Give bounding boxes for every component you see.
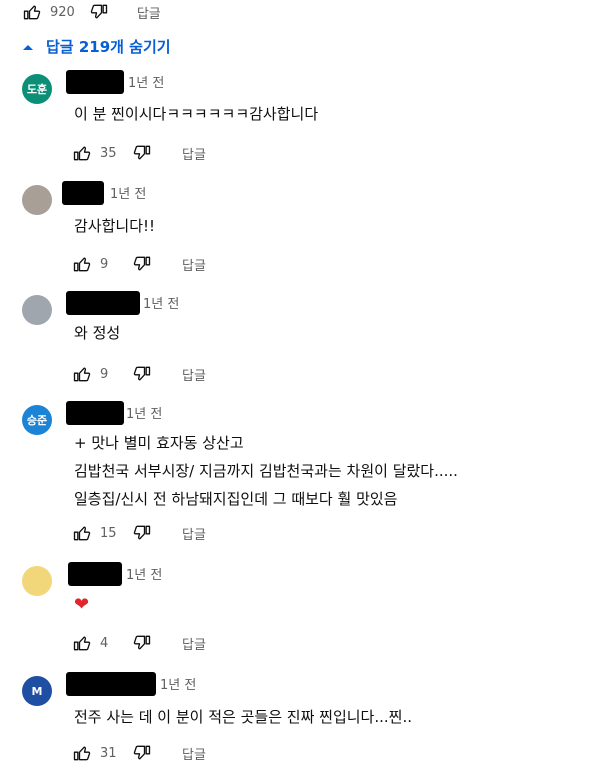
comment-actions: 9 답글	[70, 362, 206, 386]
avatar[interactable]	[22, 295, 52, 325]
thumbs-down-icon[interactable]	[130, 521, 154, 545]
like-count: 920	[50, 4, 75, 20]
comment-text: 김밥천국 서부시장/ 지금까지 김밥천국과는 차원이 달랐다.....	[74, 462, 458, 480]
comment-text: 이 분 찐이시다ㅋㅋㅋㅋㅋㅋ감사합니다	[74, 105, 319, 123]
thumbs-down-icon[interactable]	[130, 141, 154, 165]
chevron-up-icon	[23, 44, 33, 50]
comment-timestamp[interactable]: 1년 전	[126, 564, 162, 583]
comment-timestamp[interactable]: 1년 전	[110, 183, 146, 202]
avatar[interactable]: M	[22, 676, 52, 706]
like-count: 31	[100, 745, 117, 761]
comment-text: + 맛나 별미 효자동 상산고	[74, 434, 244, 452]
thumbs-up-icon[interactable]	[70, 521, 94, 545]
redacted-username[interactable]	[66, 291, 140, 315]
like-count: 9	[100, 366, 109, 382]
comment-actions: 31 답글	[70, 741, 206, 765]
redacted-username[interactable]	[62, 181, 104, 205]
hide-replies-button[interactable]: 답글 219개 숨기기	[20, 36, 171, 57]
thumbs-up-icon[interactable]	[70, 362, 94, 386]
reply-button[interactable]: 답글	[182, 524, 206, 543]
redacted-username[interactable]	[66, 672, 156, 696]
thumbs-up-icon[interactable]	[70, 741, 94, 765]
thumbs-down-icon[interactable]	[87, 0, 111, 24]
comment-timestamp[interactable]: 1년 전	[126, 403, 162, 422]
like-count: 35	[100, 145, 117, 161]
comment-timestamp[interactable]: 1년 전	[128, 72, 164, 91]
like-count: 4	[100, 635, 109, 651]
reply-button[interactable]: 답글	[182, 255, 206, 274]
avatar[interactable]	[22, 566, 52, 596]
comment-text: 와 정성	[74, 324, 121, 342]
thumbs-up-icon[interactable]	[70, 631, 94, 655]
thumbs-down-icon[interactable]	[130, 741, 154, 765]
thumbs-up-icon[interactable]	[70, 252, 94, 276]
thumbs-up-icon[interactable]	[70, 141, 94, 165]
comment-text: 감사합니다!!	[74, 217, 156, 235]
redacted-username[interactable]	[68, 562, 122, 586]
comment-text: 일층집/신시 전 하남돼지집인데 그 때보다 훨 맛있음	[74, 490, 398, 508]
top-comment-actions: 920 답글	[20, 0, 161, 24]
thumbs-down-icon[interactable]	[130, 362, 154, 386]
thumbs-up-icon[interactable]	[20, 0, 44, 24]
like-count: 9	[100, 256, 109, 272]
redacted-username[interactable]	[66, 401, 124, 425]
reply-button[interactable]: 답글	[182, 365, 206, 384]
thumbs-down-icon[interactable]	[130, 252, 154, 276]
reply-button[interactable]: 답글	[182, 744, 206, 763]
avatar[interactable]	[22, 185, 52, 215]
hide-replies-label: 답글 219개 숨기기	[46, 38, 171, 56]
comment-actions: 15 답글	[70, 521, 206, 545]
avatar[interactable]: 도훈	[22, 74, 52, 104]
comment-actions: 9 답글	[70, 252, 206, 276]
reply-button[interactable]: 답글	[137, 3, 161, 22]
avatar[interactable]: 승준	[22, 405, 52, 435]
like-count: 15	[100, 525, 117, 541]
reply-button[interactable]: 답글	[182, 634, 206, 653]
comment-actions: 35 답글	[70, 141, 206, 165]
comment-actions: 4 답글	[70, 631, 206, 655]
redacted-username[interactable]	[66, 70, 124, 94]
comment-timestamp[interactable]: 1년 전	[160, 674, 196, 693]
reply-button[interactable]: 답글	[182, 144, 206, 163]
thumbs-down-icon[interactable]	[130, 631, 154, 655]
comment-text: 전주 사는 데 이 분이 적은 곳들은 진짜 찐입니다...찐..	[74, 708, 412, 726]
comment-text: ❤	[74, 594, 90, 615]
comment-timestamp[interactable]: 1년 전	[143, 293, 179, 312]
